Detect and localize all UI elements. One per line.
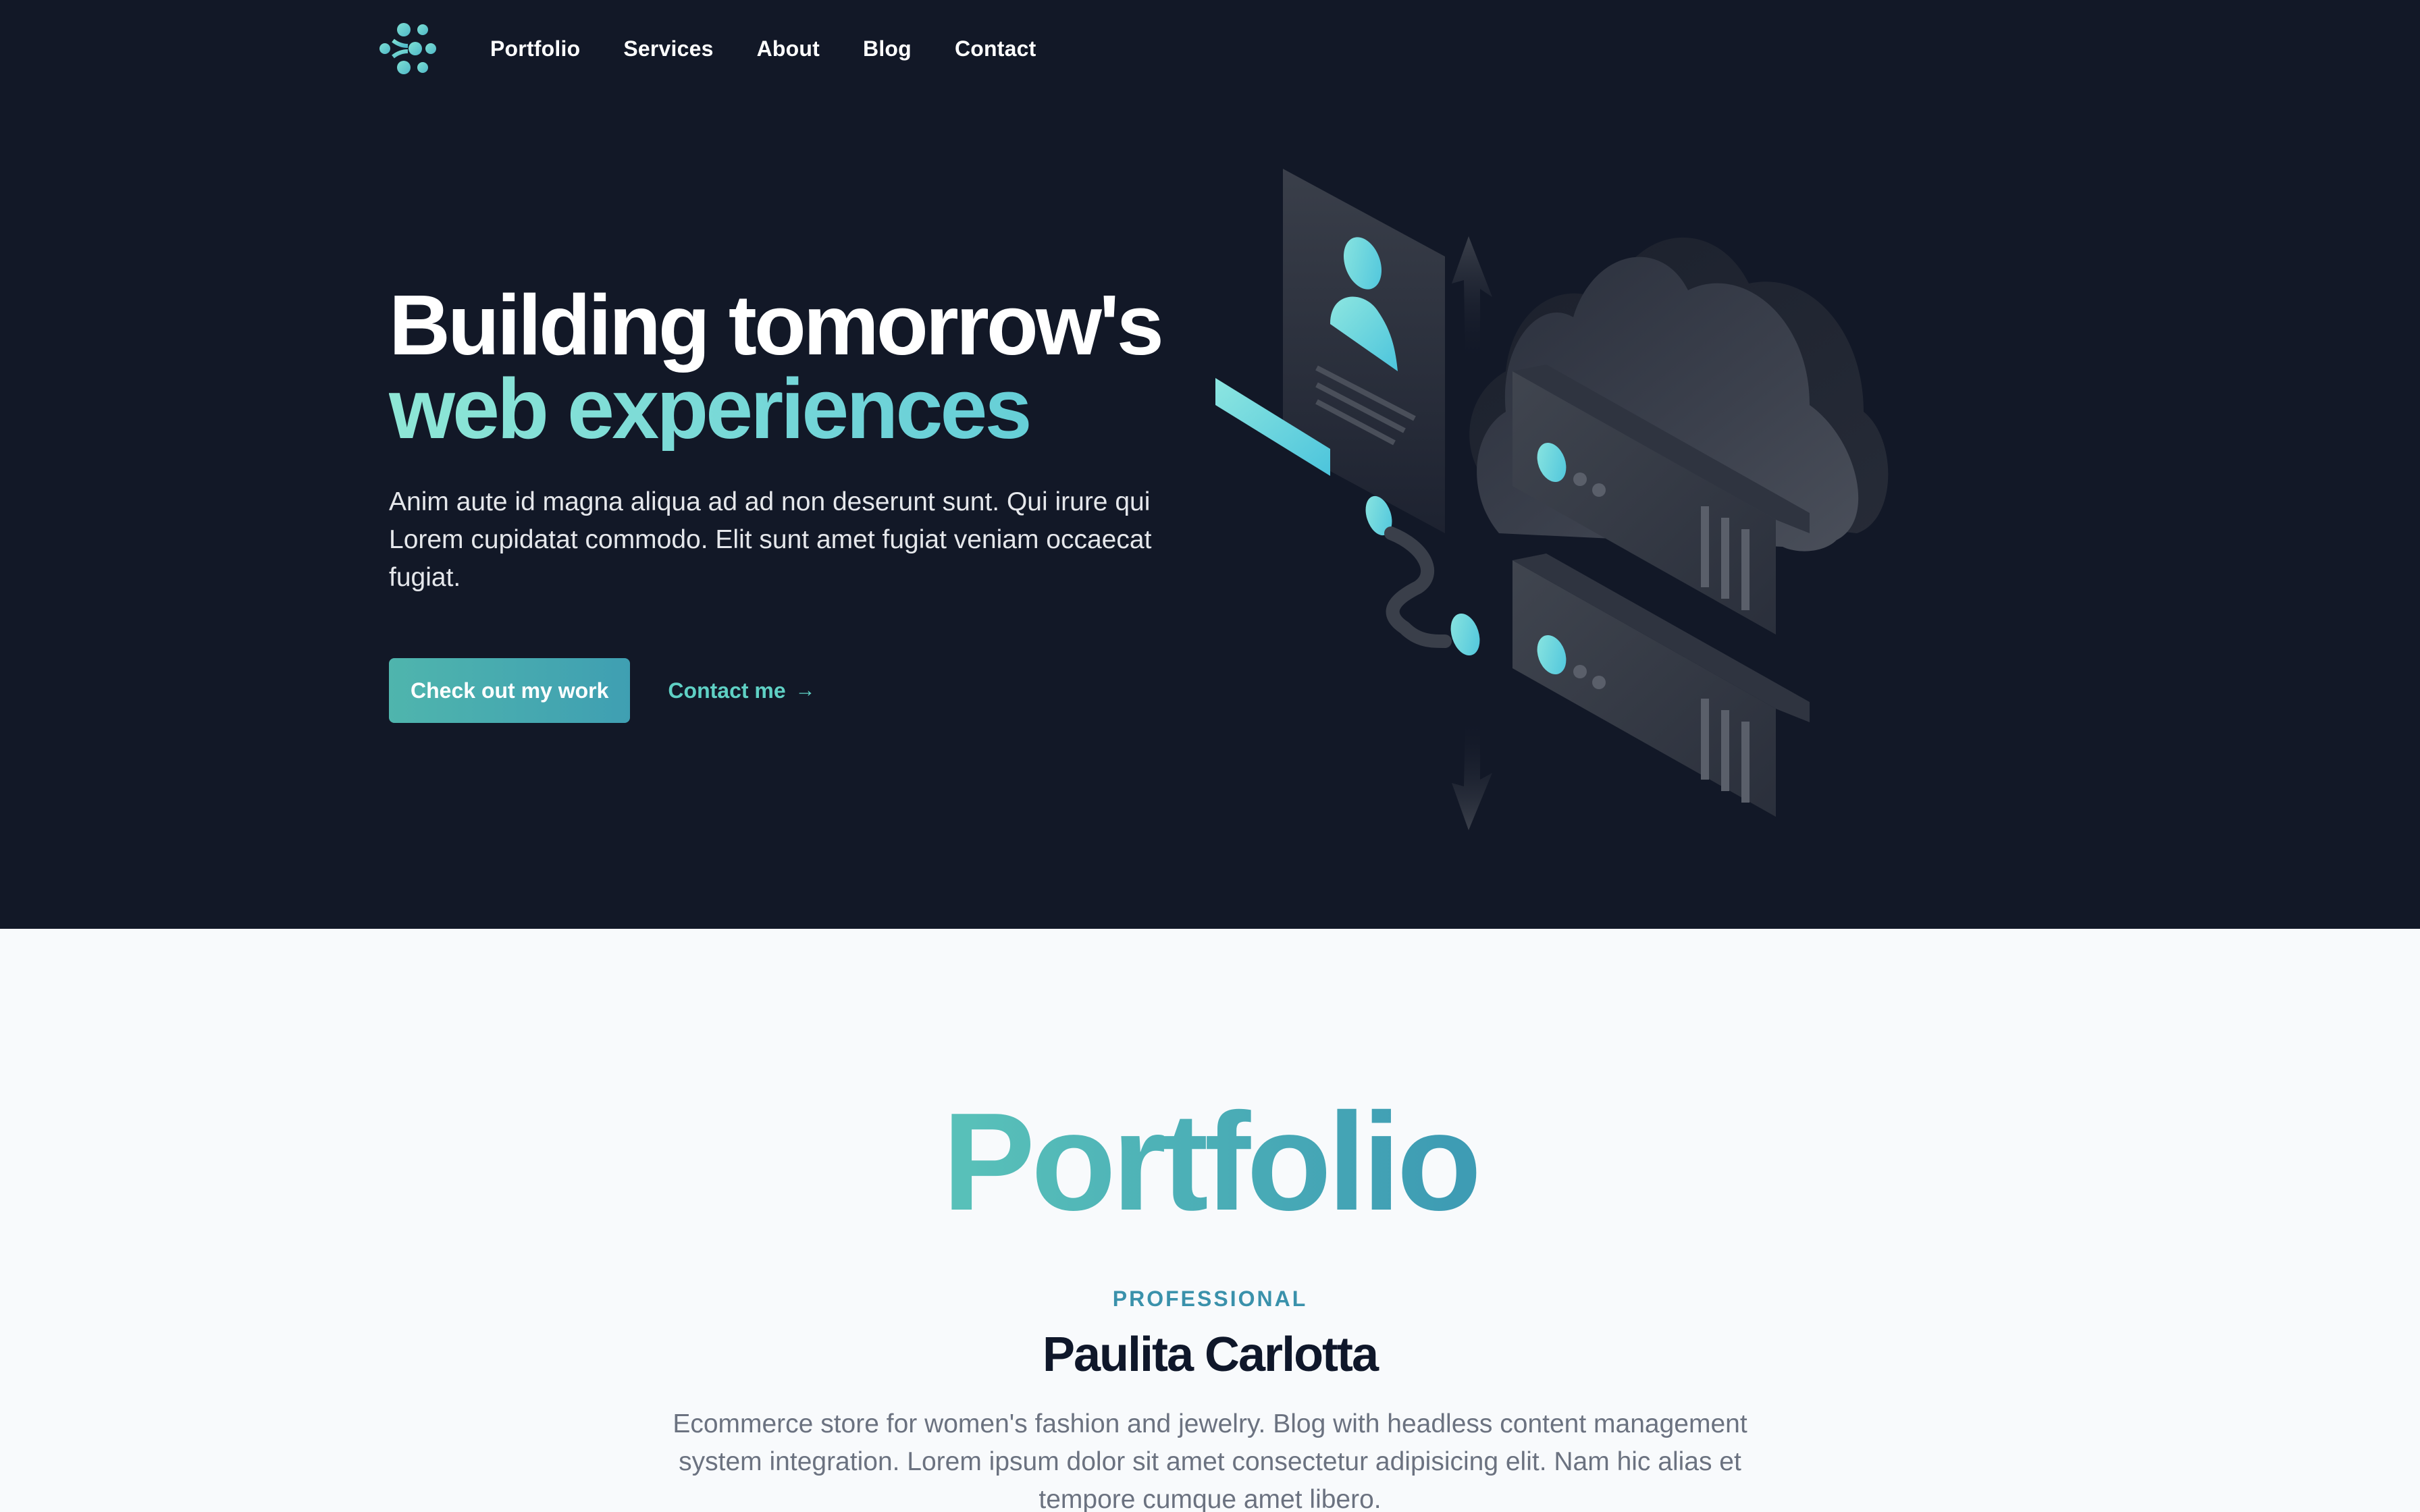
hero-description: Anim aute id magna aliqua ad ad non dese… <box>389 487 1152 592</box>
headline-line-2: web experiences <box>389 367 1199 452</box>
nav-item-services[interactable]: Services <box>623 36 713 61</box>
contact-me-label: Contact me <box>668 678 786 703</box>
dots-chevron-logo-icon[interactable] <box>378 20 436 77</box>
hero-headline: Building tomorrow's web experiences <box>389 283 1199 452</box>
nav-item-contact[interactable]: Contact <box>955 36 1036 61</box>
nav-item-about[interactable]: About <box>757 36 820 61</box>
nav-item-portfolio[interactable]: Portfolio <box>490 36 580 61</box>
hero-section: Portfolio Services About Blog Contact Bu… <box>0 0 2420 929</box>
page: Portfolio Services About Blog Contact Bu… <box>0 0 2420 1512</box>
check-out-work-button[interactable]: Check out my work <box>389 658 631 723</box>
portfolio-section: Portfolio PROFESSIONAL Paulita Carlotta … <box>0 929 2420 1512</box>
isometric-cloud-servers-illustration <box>1215 169 1889 830</box>
arrow-right-icon: → <box>795 679 816 701</box>
hero-text: Building tomorrow's web experiences Anim… <box>389 283 1199 597</box>
top-nav: Portfolio Services About Blog Contact <box>378 20 1079 77</box>
contact-me-link[interactable]: Contact me → <box>668 678 815 703</box>
headline-line-1: Building tomorrow's <box>389 277 1164 373</box>
hero-cta-row: Check out my work Contact me → <box>389 658 816 723</box>
portfolio-title: Portfolio <box>0 1091 2420 1233</box>
portfolio-eyebrow: PROFESSIONAL <box>1112 1287 1308 1311</box>
portfolio-client-name: Paulita Carlotta <box>1042 1328 1379 1382</box>
nav-item-blog[interactable]: Blog <box>863 36 912 61</box>
portfolio-description: Ecommerce store for women's fashion and … <box>673 1409 1747 1512</box>
